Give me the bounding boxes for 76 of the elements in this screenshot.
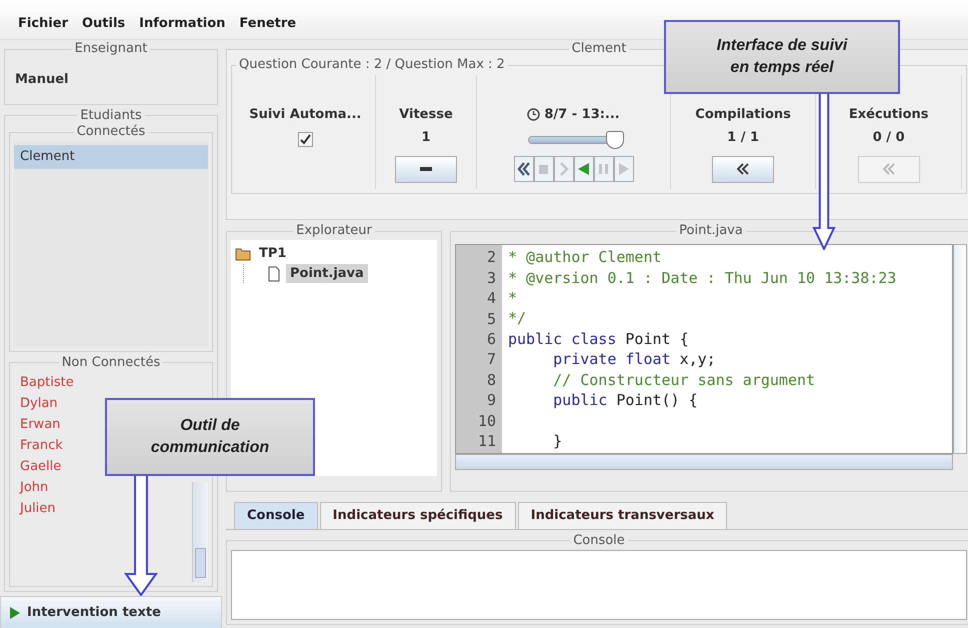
menu-item[interactable]: Fenetre xyxy=(239,14,296,33)
student-item[interactable]: John xyxy=(14,477,54,498)
student-item[interactable]: Erwan xyxy=(14,414,66,435)
line-number: 8 xyxy=(486,370,496,390)
code-line: */ xyxy=(508,308,528,329)
line-number: 7 xyxy=(486,349,496,370)
minus-icon xyxy=(420,167,432,172)
student-item[interactable]: Julien xyxy=(14,498,62,519)
code-line: public Point() { xyxy=(552,390,699,410)
panel-title: Connectés xyxy=(76,125,146,140)
intervention-button[interactable]: Intervention texte xyxy=(0,596,222,628)
column-title: Vitesse xyxy=(399,106,453,124)
panel-title: Etudiants xyxy=(79,108,143,124)
student-item[interactable]: Dylan xyxy=(14,393,64,414)
minus-button[interactable] xyxy=(394,156,457,183)
tree-item[interactable]: TP1 xyxy=(255,244,290,264)
code-line: * @author Clement xyxy=(508,247,663,268)
reverse-play-icon xyxy=(576,161,592,178)
student-item[interactable]: Baptiste xyxy=(14,372,80,393)
player-button[interactable] xyxy=(514,156,534,182)
column-title: Compilations xyxy=(695,106,791,124)
callout: Interface de suivi en temps réel xyxy=(664,20,900,94)
code-line: private float x,y; xyxy=(552,349,717,370)
panel-title: Explorateur xyxy=(295,224,373,238)
line-number: 6 xyxy=(486,328,496,350)
code-line: // Constructeur sans argument xyxy=(552,370,816,390)
teacher-name: Manuel xyxy=(14,71,70,90)
student-item[interactable]: Gaelle xyxy=(14,456,68,477)
column-title: Suivi Automa... xyxy=(249,106,362,124)
code-line: * @version 0.1 : Date : Thu Jun 10 13:38:23 xyxy=(508,268,898,288)
clock-icon xyxy=(527,108,540,121)
folder-icon xyxy=(235,246,251,262)
chevron-icon xyxy=(737,163,750,176)
callout: Outil de communication xyxy=(105,398,315,476)
panel-title: Non Connectés xyxy=(60,356,162,370)
line-number: 11 xyxy=(476,430,496,452)
panel-title: Point.java xyxy=(678,224,744,238)
line-number: 10 xyxy=(476,410,496,431)
speed-value: 1 xyxy=(421,129,430,148)
back-button[interactable] xyxy=(712,156,774,183)
tree-item[interactable]: Point.java xyxy=(286,264,368,284)
counter-value: 1 / 1 xyxy=(727,129,760,148)
counter-value: 0 / 0 xyxy=(872,129,905,148)
code-line: * xyxy=(508,288,518,308)
tab[interactable]: Indicateurs spécifiques xyxy=(320,502,516,528)
scrollbar[interactable] xyxy=(953,244,967,454)
chevron-icon xyxy=(882,163,895,176)
scrollbar[interactable] xyxy=(455,454,953,470)
student-item[interactable]: Clement xyxy=(14,145,208,169)
rewind-icon xyxy=(516,161,532,178)
code-line: } xyxy=(552,430,564,452)
tab[interactable]: Indicateurs transversaux xyxy=(518,502,728,528)
panel-title: Enseignant xyxy=(74,42,148,56)
play-icon xyxy=(616,161,632,178)
panel-title: Clement xyxy=(570,42,628,56)
timeline-label: 8/7 - 13:... xyxy=(544,106,620,124)
scrollbar[interactable] xyxy=(192,482,208,582)
tab[interactable]: Console xyxy=(234,502,318,528)
line-number: 5 xyxy=(486,308,496,329)
menu-item[interactable]: Outils xyxy=(82,14,126,33)
play-icon xyxy=(9,606,21,620)
checkbox[interactable] xyxy=(298,132,313,148)
slider-thumb[interactable] xyxy=(606,131,624,150)
line-number: 3 xyxy=(486,268,496,288)
menu-item[interactable]: Fichier xyxy=(18,14,68,33)
question-info: Question Courante : 2 / Question Max : 2 xyxy=(238,58,506,73)
column-title: Exécutions xyxy=(848,106,928,124)
line-number: 2 xyxy=(486,247,496,268)
file-icon xyxy=(266,266,282,282)
code-line: public class Point { xyxy=(508,328,690,350)
line-number: 9 xyxy=(486,390,496,411)
line-number: 4 xyxy=(486,288,496,309)
panel-title: Console xyxy=(572,534,626,548)
menu-item[interactable]: Information xyxy=(139,14,226,33)
player-button[interactable] xyxy=(574,156,594,182)
student-item[interactable]: Franck xyxy=(14,435,69,456)
